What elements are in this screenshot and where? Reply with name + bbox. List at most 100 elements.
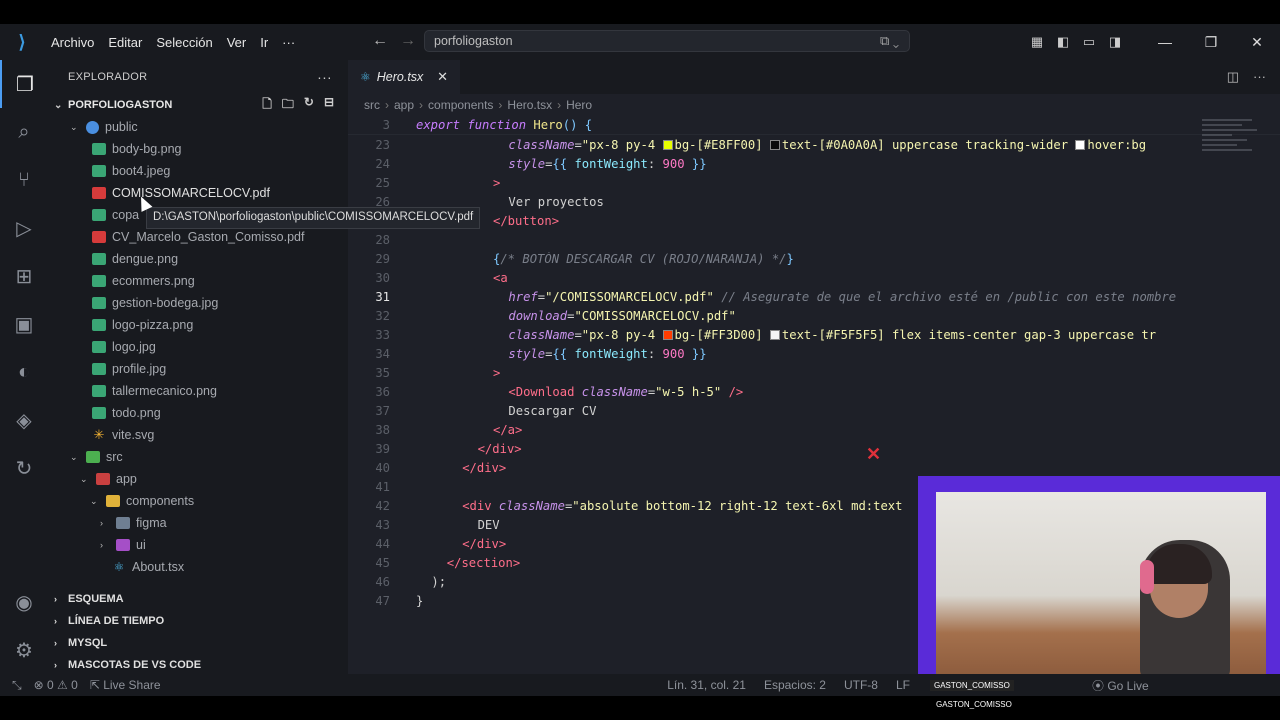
tree-file[interactable]: tallermecanico.png — [48, 380, 348, 402]
tree-file[interactable]: dengue.png — [48, 248, 348, 270]
code-line[interactable]: 30 <a — [348, 268, 1280, 287]
code-line[interactable]: 36 <Download className="w-5 h-5" /> — [348, 382, 1280, 401]
tree-file[interactable]: CV_Marcelo_Gaston_Comisso.pdf — [48, 226, 348, 248]
react-file-icon: ⚛ — [113, 560, 125, 574]
split-editor-icon[interactable]: ◫ — [1227, 69, 1239, 85]
code-line[interactable]: 28 — [348, 230, 1280, 249]
code-line[interactable]: 40 </div> — [348, 458, 1280, 477]
close-tab-icon[interactable]: ✕ — [437, 69, 448, 85]
settings-gear-icon[interactable]: ⚙ — [0, 626, 48, 674]
end-of-line[interactable]: LF — [896, 678, 910, 692]
tree-file[interactable]: boot4.jpeg — [48, 160, 348, 182]
problems-indicator[interactable]: ⊗ 0 ⚠ 0 — [34, 678, 78, 692]
breadcrumb-item[interactable]: Hero — [566, 98, 592, 112]
sidebar-section[interactable]: › ESQUEMA — [48, 588, 348, 610]
tree-file[interactable]: profile.jpg — [48, 358, 348, 380]
live-share-icon[interactable]: ↻ — [0, 444, 48, 492]
new-file-icon[interactable]: 🗋 — [262, 95, 272, 116]
code-line[interactable]: 23 className="px-8 py-4 bg-[#E8FF00] text… — [348, 135, 1280, 154]
cursor-position[interactable]: Lín. 31, col. 21 — [667, 678, 746, 692]
menu-item[interactable]: ··· — [275, 35, 302, 50]
line-number: 43 — [375, 517, 390, 532]
code-line[interactable]: 24 style={{ fontWeight: 900 }} — [348, 154, 1280, 173]
tree-file[interactable]: body-bg.png — [48, 138, 348, 160]
go-live-button[interactable]: ⦿ Go Live — [1092, 677, 1149, 694]
collapse-all-icon[interactable]: ⊟ — [324, 95, 334, 116]
search-icon[interactable]: ⌕ — [0, 108, 48, 156]
tree-file[interactable]: COMISSOMARCELOCV.pdf — [48, 182, 348, 204]
menu-item[interactable]: Ir — [253, 35, 275, 50]
tree-file[interactable]: ✳ vite.svg — [48, 424, 348, 446]
breadcrumb-item[interactable]: app — [394, 98, 414, 112]
tab-hero-tsx[interactable]: ⚛ Hero.tsx ✕ — [348, 60, 460, 94]
code-line[interactable]: 37 Descargar CV — [348, 401, 1280, 420]
code-line[interactable]: 35 > — [348, 363, 1280, 382]
tree-file[interactable]: logo.jpg — [48, 336, 348, 358]
extensions-icon[interactable]: ⊞ — [0, 252, 48, 300]
new-folder-icon[interactable]: 🗀 — [282, 95, 294, 116]
project-root[interactable]: ⌄ PORFOLIOGASTON 🗋 🗀 ↻ ⊟ — [48, 94, 348, 116]
back-arrow-icon[interactable]: ← — [372, 32, 388, 50]
code-line[interactable]: 32 download="COMISSOMARCELOCV.pdf" — [348, 306, 1280, 325]
tree-file[interactable]: todo.png — [48, 402, 348, 424]
minimap[interactable] — [1202, 116, 1262, 176]
breadcrumb-item[interactable]: src — [364, 98, 380, 112]
forward-arrow-icon[interactable]: → — [400, 32, 416, 50]
sidebar-section[interactable]: › MASCOTAS DE VS CODE — [48, 654, 348, 676]
code-line[interactable]: 38 </a> — [348, 420, 1280, 439]
menu-item[interactable]: Archivo — [44, 35, 101, 50]
code-line[interactable]: 39 </div> — [348, 439, 1280, 458]
database-icon[interactable]: ◈ — [0, 396, 48, 444]
code-line[interactable]: 27</button> — [348, 211, 1280, 230]
folder-icon — [116, 539, 130, 551]
layout-customize-icon[interactable]: ▦ — [1024, 34, 1050, 50]
tree-folder[interactable]: ⌄ src — [48, 446, 348, 468]
more-actions-icon[interactable]: ··· — [317, 69, 332, 85]
toggle-panel-icon[interactable]: ▭ — [1076, 34, 1102, 50]
copilot-icon[interactable]: ⧉ ⌄ — [880, 33, 899, 49]
tree-folder[interactable]: ⌄ public — [48, 116, 348, 138]
menu-item[interactable]: Editar — [101, 35, 149, 50]
chevron-right-icon: › — [54, 594, 57, 604]
line-number: 47 — [375, 593, 390, 608]
tree-file[interactable]: gestion-bodega.jpg — [48, 292, 348, 314]
remote-indicator-icon[interactable]: ⤡ — [12, 678, 22, 693]
breadcrumb-item[interactable]: components — [428, 98, 493, 112]
account-icon[interactable]: ◉ — [0, 578, 48, 626]
breadcrumb-item[interactable]: Hero.tsx — [507, 98, 552, 112]
code-line[interactable]: 31 href="/COMISSOMARCELOCV.pdf" // Asegur… — [348, 287, 1280, 306]
code-line[interactable]: 26 Ver proyectos — [348, 192, 1280, 211]
command-center-search[interactable]: porfoliogaston ⧉ ⌄ — [424, 30, 910, 52]
sidebar-section[interactable]: › MYSQL — [48, 632, 348, 654]
menu-item[interactable]: Ver — [220, 35, 254, 50]
explorer-icon[interactable]: ❐ — [0, 60, 48, 108]
restore-icon[interactable]: ❐ — [1188, 34, 1234, 51]
indentation[interactable]: Espacios: 2 — [764, 678, 826, 692]
live-share-button[interactable]: ⇱ Live Share — [90, 678, 161, 692]
code-line[interactable]: 25 > — [348, 173, 1280, 192]
source-control-icon[interactable]: ⑂ — [0, 156, 48, 204]
menu-item[interactable]: Selección — [149, 35, 219, 50]
remote-explorer-icon[interactable]: ▣ — [0, 300, 48, 348]
tree-file[interactable]: ⚛ About.tsx — [48, 556, 348, 578]
sticky-scroll-line[interactable]: 3 export function Hero() { — [348, 116, 1280, 135]
tree-file[interactable]: ecommers.png — [48, 270, 348, 292]
code-line[interactable]: 29 {/* BOTÓN DESCARGAR CV (ROJO/NARANJA) … — [348, 249, 1280, 268]
sidebar-section[interactable]: › LÍNEA DE TIEMPO — [48, 610, 348, 632]
tree-folder[interactable]: ⌄ components — [48, 490, 348, 512]
tree-folder[interactable]: › figma — [48, 512, 348, 534]
run-debug-icon[interactable]: ▷ — [0, 204, 48, 252]
refresh-icon[interactable]: ↻ — [304, 95, 314, 116]
tree-file[interactable]: logo-pizza.png — [48, 314, 348, 336]
code-line[interactable]: 33 className="px-8 py-4 bg-[#FF3D00] text… — [348, 325, 1280, 344]
toggle-primary-sidebar-icon[interactable]: ◧ — [1050, 34, 1076, 50]
tree-folder[interactable]: ⌄ app — [48, 468, 348, 490]
tree-folder[interactable]: › ui — [48, 534, 348, 556]
more-editor-actions-icon[interactable]: ··· — [1253, 69, 1266, 85]
code-line[interactable]: 34 style={{ fontWeight: 900 }} — [348, 344, 1280, 363]
close-window-icon[interactable]: ✕ — [1234, 34, 1280, 51]
encoding[interactable]: UTF-8 — [844, 678, 878, 692]
gitlens-icon[interactable]: ◐ — [0, 348, 48, 396]
toggle-secondary-sidebar-icon[interactable]: ◨ — [1102, 34, 1128, 50]
minimize-icon[interactable]: — — [1142, 34, 1188, 51]
